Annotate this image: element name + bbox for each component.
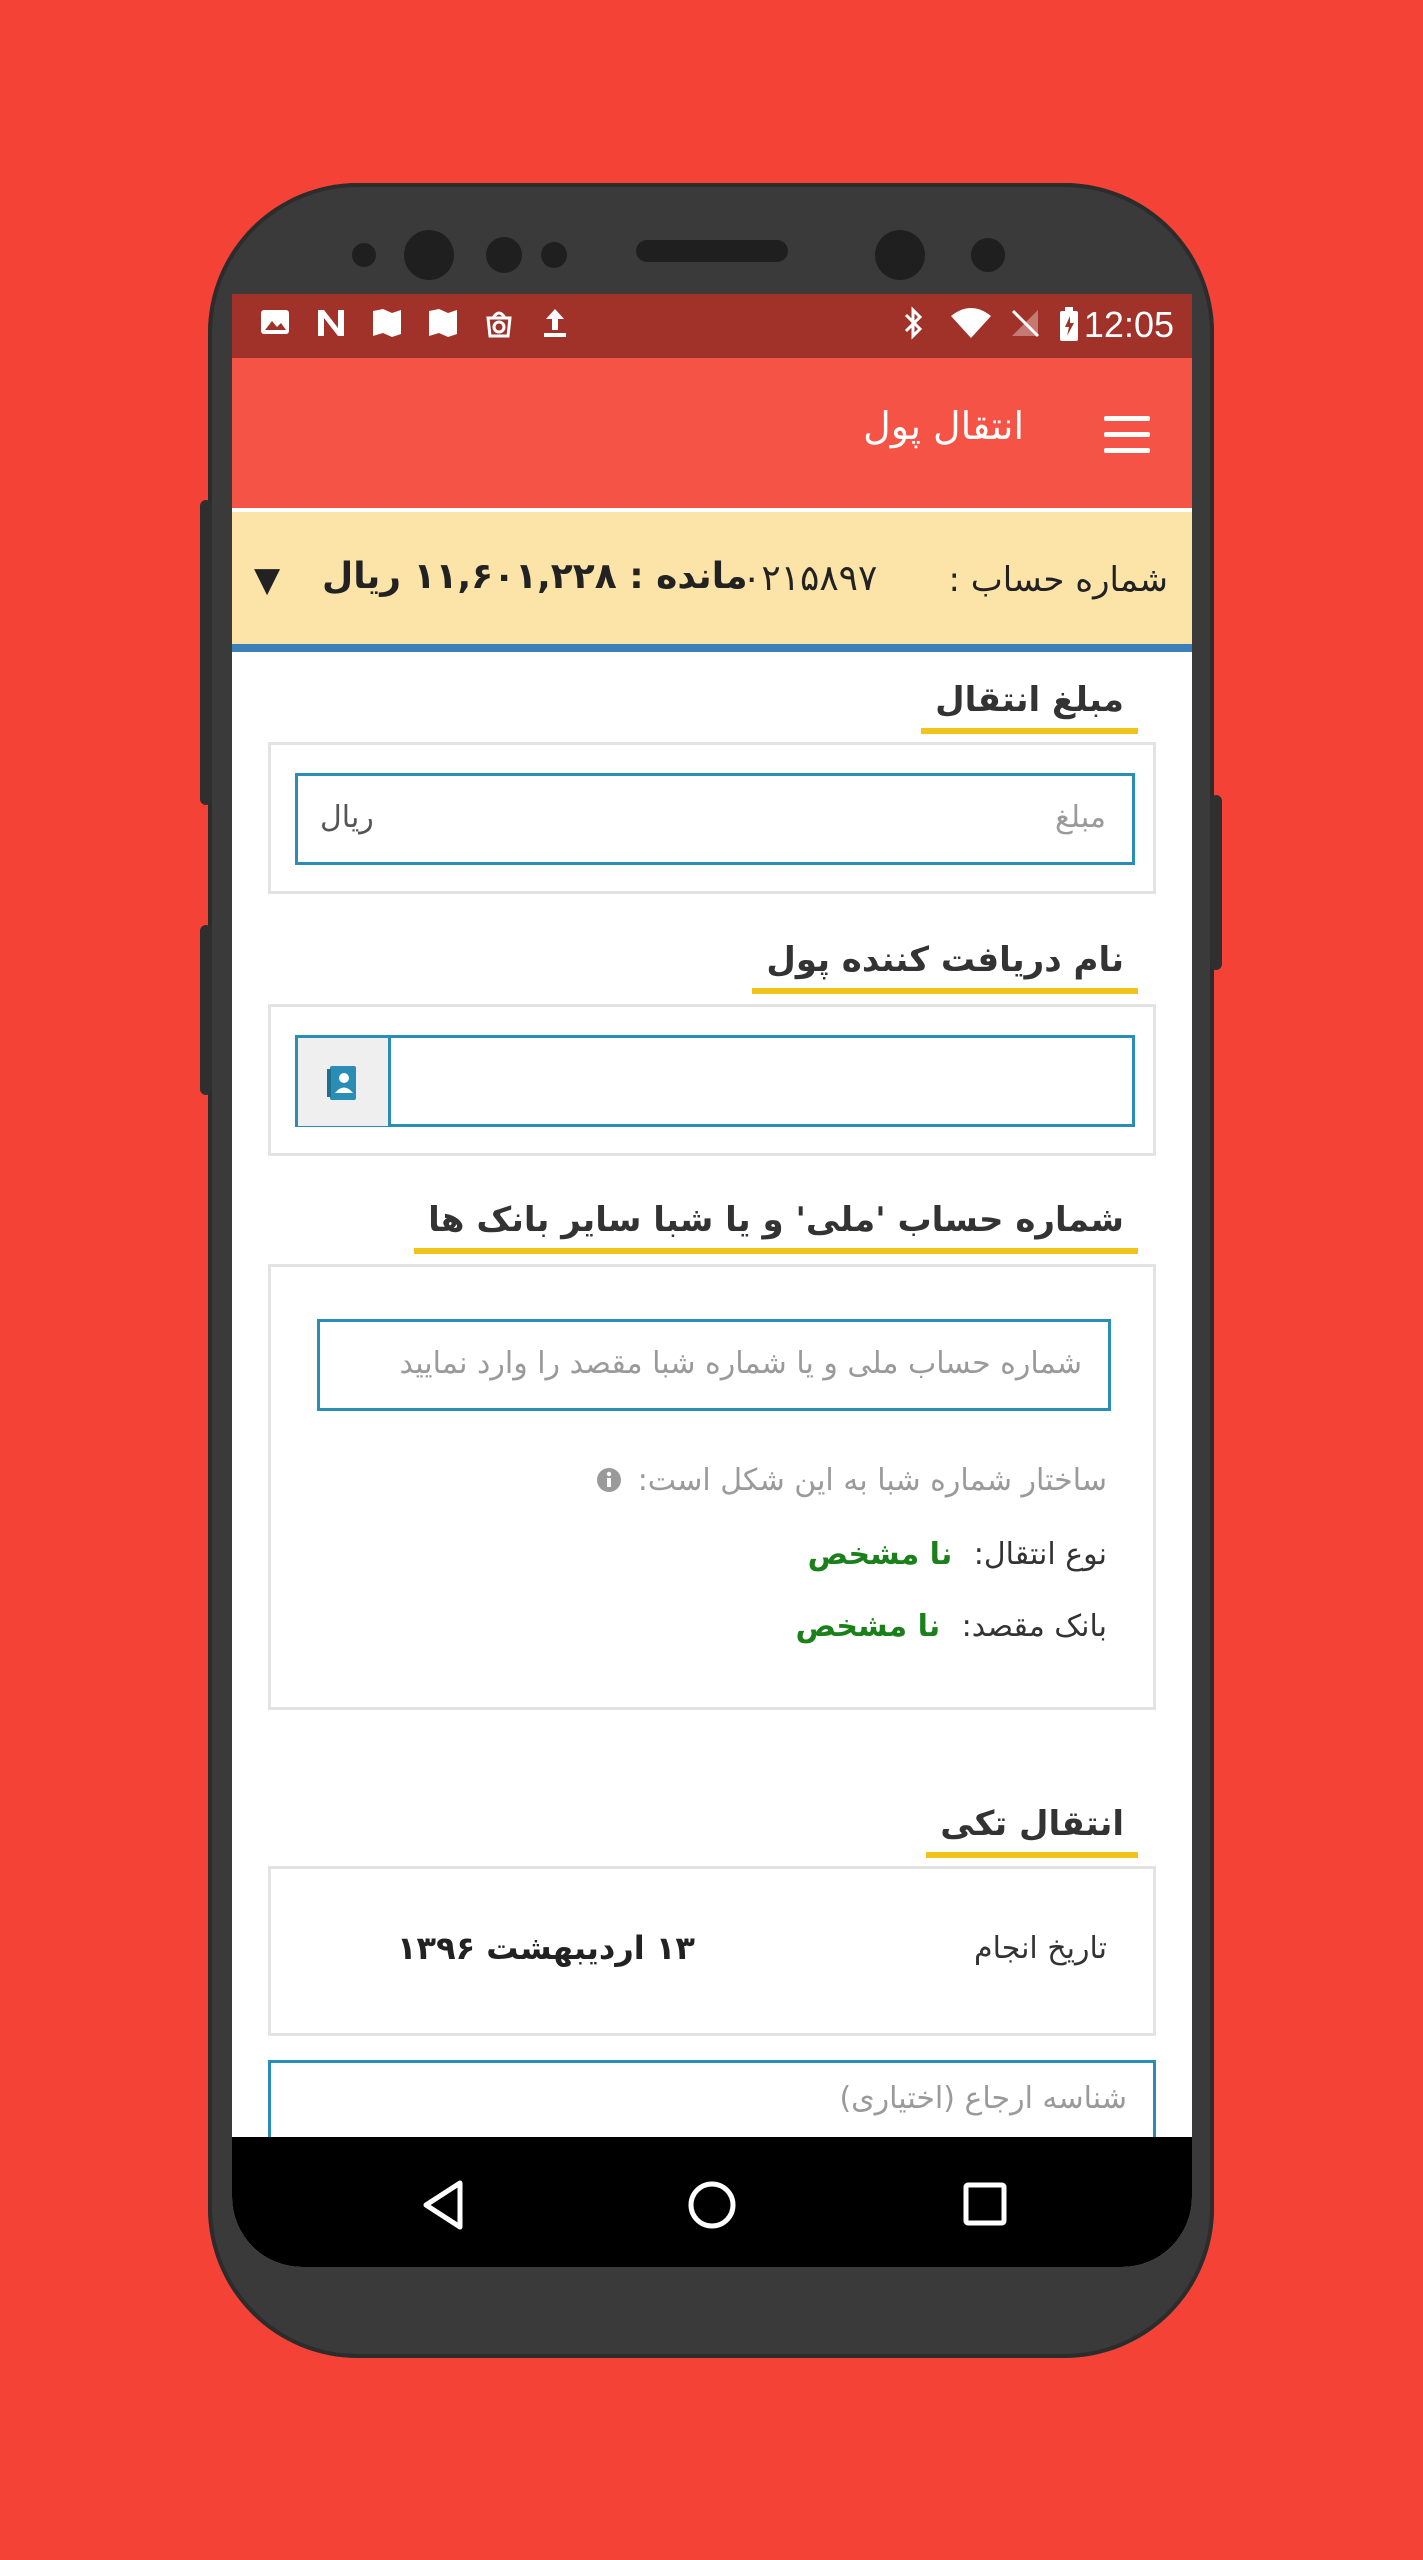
front-camera: [404, 230, 454, 280]
account-balance: مانده : ۱۱,۶۰۱,۲۲۸ ریال: [322, 556, 748, 597]
status-bar: 12:05: [232, 294, 1192, 358]
transfer-type-value: نا مشخص: [807, 1537, 953, 1572]
amount-unit: ریال: [320, 800, 374, 835]
home-icon[interactable]: [686, 2179, 738, 2231]
transfer-type-label: نوع انتقال:: [973, 1537, 1107, 1572]
single-transfer-section-title: انتقال تکی: [926, 1804, 1138, 1858]
upload-icon: [536, 306, 574, 346]
info-icon[interactable]: [596, 1467, 622, 1493]
destination-account-box: شماره حساب ملی و یا شماره شبا مقصد را وا…: [268, 1264, 1156, 1710]
date-label: تاریخ انجام: [974, 1931, 1107, 1966]
sensor-dot: [541, 242, 567, 268]
app-bar: انتقال پول: [232, 358, 1192, 508]
account-label: شماره حساب :: [948, 560, 1168, 600]
amount-input[interactable]: مبلغ ریال: [295, 773, 1135, 865]
clock: 12:05: [1083, 304, 1174, 345]
volume-button: [200, 500, 212, 805]
map-icon: [368, 306, 406, 346]
sensor-dot: [971, 238, 1005, 272]
phone-screen: 12:05 انتقال پول شماره حساب : ۰۲۱۵۸۹۷ ما…: [232, 294, 1192, 2267]
dest-bank-row: بانک مقصد: نا مشخص: [795, 1609, 1107, 1644]
transfer-type-row: نوع انتقال: نا مشخص: [808, 1537, 1107, 1572]
destination-account-section-title: شماره حساب 'ملی' و یا شبا سایر بانک ها: [414, 1200, 1138, 1254]
side-button: [200, 925, 212, 1095]
amount-section-title: مبلغ انتقال: [921, 680, 1138, 734]
date-value[interactable]: ۱۳ اردیبهشت ۱۳۹۶: [397, 1929, 695, 1967]
amount-placeholder: مبلغ: [1054, 800, 1106, 835]
dest-bank-value: نا مشخص: [795, 1609, 941, 1644]
sensor-dot: [352, 243, 376, 267]
system-nav-bar: [232, 2137, 1192, 2267]
receiver-name-input[interactable]: [295, 1035, 1135, 1127]
front-camera: [875, 230, 925, 280]
n-icon: [312, 306, 350, 346]
sheba-hint-text: ساختار شماره شبا به این شکل است:: [637, 1463, 1107, 1498]
sensor-dot: [486, 237, 522, 273]
image-icon: [256, 306, 294, 346]
single-transfer-box: تاریخ انجام ۱۳ اردیبهشت ۱۳۹۶: [268, 1866, 1156, 2036]
contacts-button[interactable]: [298, 1038, 391, 1126]
sheba-hint: ساختار شماره شبا به این شکل است:: [596, 1463, 1107, 1498]
contacts-book-icon: [327, 1066, 356, 1100]
page-title: انتقال پول: [863, 404, 1024, 448]
wifi-icon: [948, 306, 994, 346]
account-number: ۰۲۱۵۸۹۷: [742, 558, 878, 599]
no-signal-icon: [1006, 306, 1044, 346]
back-icon[interactable]: [420, 2179, 466, 2231]
recents-icon[interactable]: [962, 2181, 1008, 2227]
receiver-section-title: نام دریافت کننده پول: [752, 940, 1138, 994]
earpiece-speaker: [636, 240, 788, 262]
amount-box: مبلغ ریال: [268, 742, 1156, 894]
dropdown-arrow-icon[interactable]: ▼: [254, 560, 280, 600]
map-icon: [424, 306, 462, 346]
sync-icon: [480, 306, 518, 346]
account-selector[interactable]: شماره حساب : ۰۲۱۵۸۹۷ مانده : ۱۱,۶۰۱,۲۲۸ …: [232, 512, 1192, 652]
dest-bank-label: بانک مقصد:: [961, 1609, 1107, 1644]
battery-icon: [1050, 306, 1088, 346]
bluetooth-icon: [894, 306, 932, 346]
menu-icon[interactable]: [1104, 416, 1150, 454]
destination-account-placeholder: شماره حساب ملی و یا شماره شبا مقصد را وا…: [399, 1346, 1083, 1381]
power-button: [1210, 795, 1222, 970]
reference-id-placeholder: شناسه ارجاع (اختیاری): [839, 2081, 1127, 2116]
destination-account-input[interactable]: شماره حساب ملی و یا شماره شبا مقصد را وا…: [317, 1319, 1111, 1411]
receiver-box: [268, 1004, 1156, 1156]
